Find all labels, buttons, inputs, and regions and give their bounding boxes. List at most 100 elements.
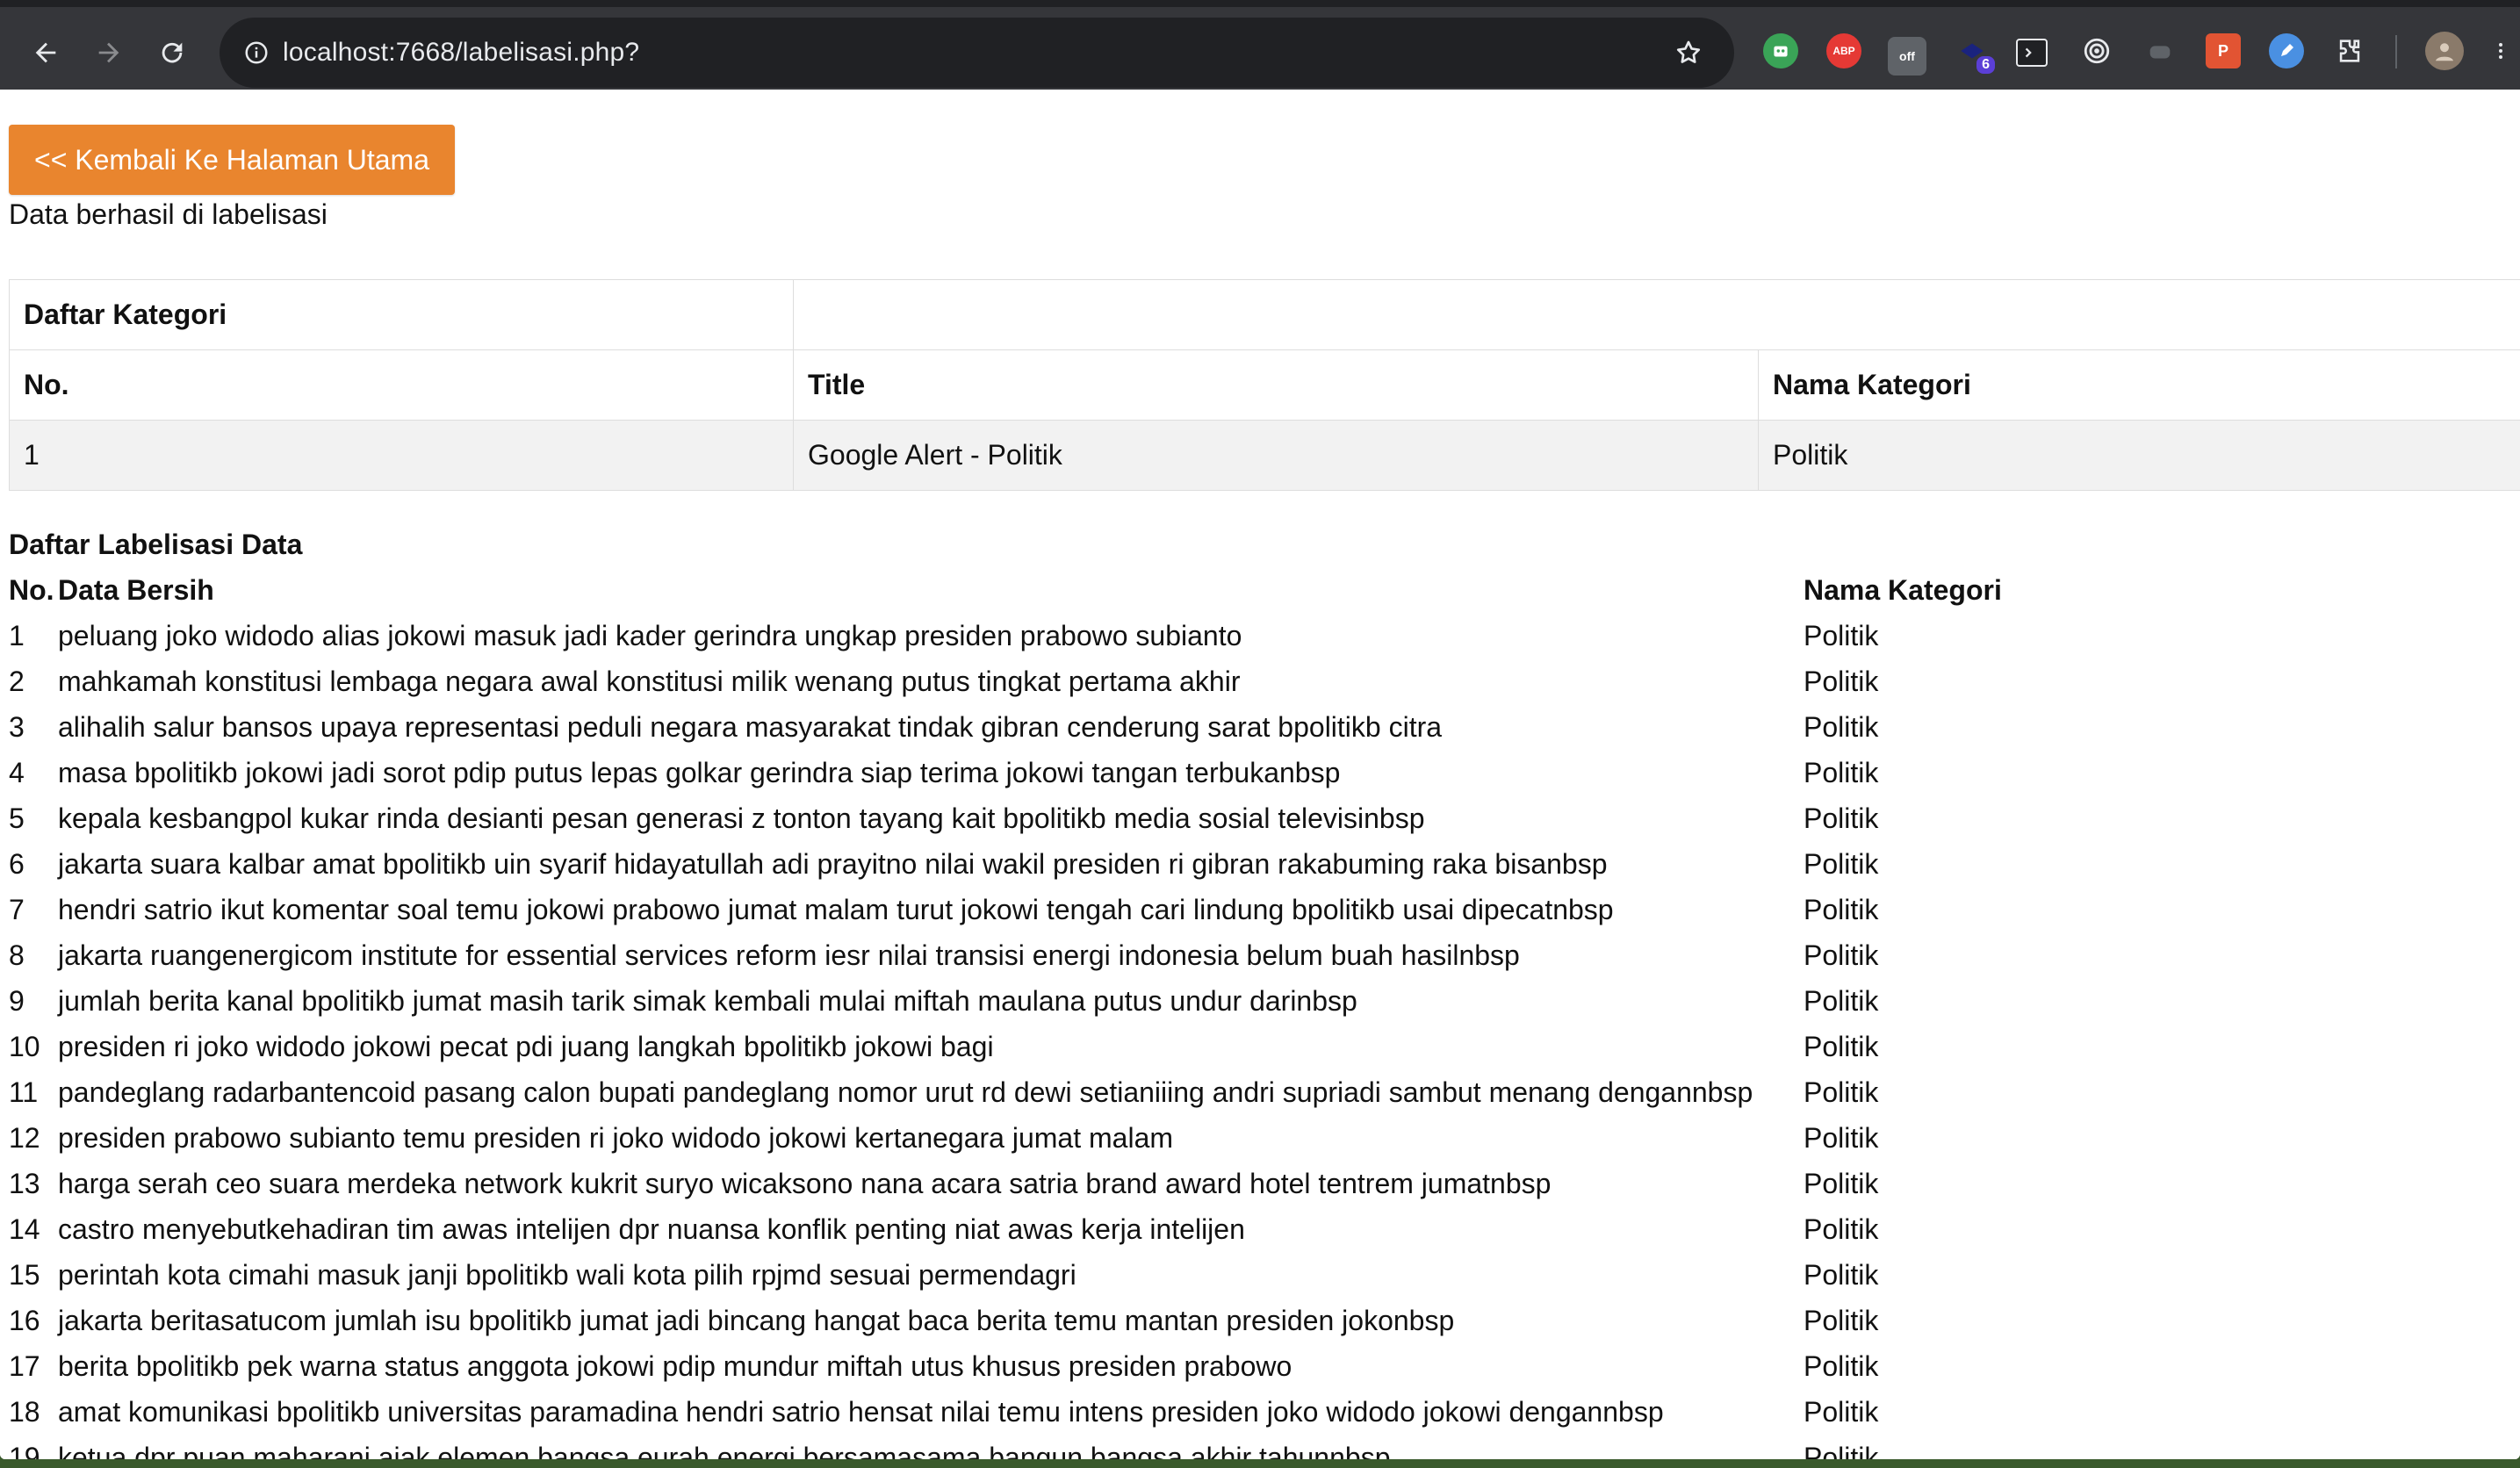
category-table-title-row: Daftar Kategori bbox=[9, 279, 2520, 350]
table-row: 10 presiden ri joko widodo jokowi pecat p… bbox=[9, 1024, 2002, 1069]
cell-no: 2 bbox=[9, 666, 25, 697]
toolbar-separator bbox=[2395, 35, 2397, 68]
cell-no: 14 bbox=[9, 1213, 40, 1245]
table-row: 2 mahkamah konstitusi lembaga negara awal… bbox=[9, 658, 2002, 704]
category-table-title: Daftar Kategori bbox=[9, 279, 794, 350]
address-bar[interactable]: localhost:7668/labelisasi.php? bbox=[220, 18, 1734, 88]
cell-category: Politik bbox=[1804, 620, 1879, 651]
cell-category: Politik bbox=[1758, 420, 2520, 491]
table-row: 18 amat komunikasi bpolitikb universitas … bbox=[9, 1389, 2002, 1435]
extension-badge-count: 6 bbox=[1976, 56, 1995, 74]
cell-data-bersih: ketua dpr puan maharani ajak elemen bang… bbox=[58, 1442, 1391, 1459]
table-row: 9 jumlah berita kanal bpolitikb jumat mas… bbox=[9, 978, 2002, 1024]
target-extension-icon[interactable] bbox=[2079, 33, 2114, 68]
column-header-category: Nama Kategori bbox=[1804, 574, 2002, 606]
cell-category: Politik bbox=[1804, 1305, 1879, 1336]
labelisasi-table: No. Data Bersih Nama Kategori 1 peluang j… bbox=[9, 567, 2002, 1459]
column-header-no: No. bbox=[9, 574, 54, 606]
extension-badge-icon[interactable]: 6 bbox=[1955, 33, 1995, 74]
cell-category: Politik bbox=[1804, 1442, 1879, 1459]
cell-category: Politik bbox=[1804, 802, 1879, 834]
cell-no: 19 bbox=[9, 1442, 40, 1459]
cell-data-bersih: harga serah ceo suara merdeka network ku… bbox=[58, 1168, 1552, 1199]
category-table-header-row: No. Title Nama Kategori bbox=[9, 349, 2520, 421]
table-row: 16 jakarta beritasatucom jumlah isu bpoli… bbox=[9, 1298, 2002, 1343]
browser-window: localhost:7668/labelisasi.php? ABP off 6… bbox=[0, 0, 2520, 1459]
adblock-extension-icon[interactable]: ABP bbox=[1826, 33, 1861, 68]
site-info-icon[interactable] bbox=[235, 32, 277, 74]
cell-category: Politik bbox=[1804, 1168, 1879, 1199]
table-row: 1 Google Alert - Politik Politik bbox=[9, 420, 2520, 491]
cell-category: Politik bbox=[1804, 1213, 1879, 1245]
extension-off-label: off bbox=[1899, 49, 1915, 63]
cell-no: 10 bbox=[9, 1031, 40, 1062]
cell-data-bersih: masa bpolitikb jokowi jadi sorot pdip pu… bbox=[58, 757, 1341, 788]
cell-data-bersih: berita bpolitikb pek warna status anggot… bbox=[58, 1350, 1292, 1382]
p-extension-icon[interactable]: P bbox=[2206, 33, 2241, 68]
cell-no: 4 bbox=[9, 757, 25, 788]
cell-data-bersih: peluang joko widodo alias jokowi masuk j… bbox=[58, 620, 1242, 651]
browser-toolbar: localhost:7668/labelisasi.php? ABP off 6… bbox=[0, 0, 2520, 90]
cell-no: 7 bbox=[9, 894, 25, 925]
cell-data-bersih: jakarta beritasatucom jumlah isu bpoliti… bbox=[58, 1305, 1455, 1336]
cell-data-bersih: jakarta suara kalbar amat bpolitikb uin … bbox=[58, 848, 1608, 880]
cell-no: 16 bbox=[9, 1305, 40, 1336]
table-row: 6 jakarta suara kalbar amat bpolitikb uin… bbox=[9, 841, 2002, 887]
cell-no: 3 bbox=[9, 711, 25, 743]
cell-no: 18 bbox=[9, 1396, 40, 1428]
table-row: 12 presiden prabowo subianto temu preside… bbox=[9, 1115, 2002, 1161]
cell-category: Politik bbox=[1804, 1076, 1879, 1108]
cell-data-bersih: castro menyebutkehadiran tim awas inteli… bbox=[58, 1213, 1245, 1245]
category-table-title-blank bbox=[793, 279, 2520, 350]
column-header-no: No. bbox=[9, 349, 794, 421]
extensions-puzzle-icon[interactable] bbox=[2332, 33, 2367, 68]
table-row: 17 berita bpolitikb pek warna status angg… bbox=[9, 1343, 2002, 1389]
cell-data-bersih: alihalih salur bansos upaya representasi… bbox=[58, 711, 1443, 743]
gamepad-extension-icon[interactable] bbox=[2142, 33, 2178, 68]
forward-arrow-icon[interactable] bbox=[81, 25, 137, 81]
cell-category: Politik bbox=[1804, 757, 1879, 788]
labelisasi-table-body: 1 peluang joko widodo alias jokowi masuk … bbox=[9, 613, 2002, 1459]
cell-no: 15 bbox=[9, 1259, 40, 1291]
cell-category: Politik bbox=[1804, 1350, 1879, 1382]
profile-avatar[interactable] bbox=[2425, 32, 2464, 70]
table-row: 11 pandeglang radarbantencoid pasang calo… bbox=[9, 1069, 2002, 1115]
cell-category: Politik bbox=[1804, 985, 1879, 1017]
page-content: << Kembali Ke Halaman Utama Data berhasi… bbox=[0, 90, 2520, 1459]
category-table: Daftar Kategori No. Title Nama Kategori … bbox=[9, 279, 2520, 491]
table-row: 3 alihalih salur bansos upaya representas… bbox=[9, 704, 2002, 750]
table-row: 15 perintah kota cimahi masuk janji bpoli… bbox=[9, 1252, 2002, 1298]
bookmark-star-icon[interactable] bbox=[1667, 32, 1710, 74]
browser-menu-icon[interactable] bbox=[2490, 33, 2511, 68]
reload-icon[interactable] bbox=[144, 25, 200, 81]
cell-data-bersih: pandeglang radarbantencoid pasang calon … bbox=[58, 1076, 1753, 1108]
extension-robot-icon[interactable] bbox=[1763, 33, 1798, 68]
cell-data-bersih: amat komunikasi bpolitikb universitas pa… bbox=[58, 1396, 1664, 1428]
cell-category: Politik bbox=[1804, 711, 1879, 743]
cell-data-bersih: perintah kota cimahi masuk janji bpoliti… bbox=[58, 1259, 1076, 1291]
table-row: 13 harga serah ceo suara merdeka network … bbox=[9, 1161, 2002, 1206]
extension-off-icon[interactable]: off bbox=[1888, 37, 1926, 76]
cell-no: 17 bbox=[9, 1350, 40, 1382]
cell-category: Politik bbox=[1804, 1122, 1879, 1154]
cell-no: 13 bbox=[9, 1168, 40, 1199]
pen-extension-icon[interactable] bbox=[2269, 33, 2304, 68]
back-arrow-icon[interactable] bbox=[18, 25, 74, 81]
back-to-home-button[interactable]: << Kembali Ke Halaman Utama bbox=[9, 125, 455, 195]
status-message: Data berhasil di labelisasi bbox=[9, 198, 328, 230]
cell-category: Politik bbox=[1804, 1396, 1879, 1428]
cell-no: 1 bbox=[9, 420, 794, 491]
column-header-category: Nama Kategori bbox=[1758, 349, 2520, 421]
terminal-extension-icon[interactable] bbox=[2016, 39, 2048, 67]
cell-data-bersih: presiden prabowo subianto temu presiden … bbox=[58, 1122, 1174, 1154]
cell-category: Politik bbox=[1804, 939, 1879, 971]
url-text[interactable]: localhost:7668/labelisasi.php? bbox=[283, 18, 639, 88]
cell-data-bersih: jumlah berita kanal bpolitikb jumat masi… bbox=[58, 985, 1357, 1017]
table-row: 19 ketua dpr puan maharani ajak elemen ba… bbox=[9, 1435, 2002, 1459]
cell-category: Politik bbox=[1804, 1259, 1879, 1291]
cell-no: 6 bbox=[9, 848, 25, 880]
column-header-title: Title bbox=[793, 349, 1759, 421]
cell-data-bersih: jakarta ruangenergicom institute for ess… bbox=[58, 939, 1520, 971]
cell-no: 8 bbox=[9, 939, 25, 971]
labelisasi-section-title: Daftar Labelisasi Data bbox=[9, 529, 303, 560]
